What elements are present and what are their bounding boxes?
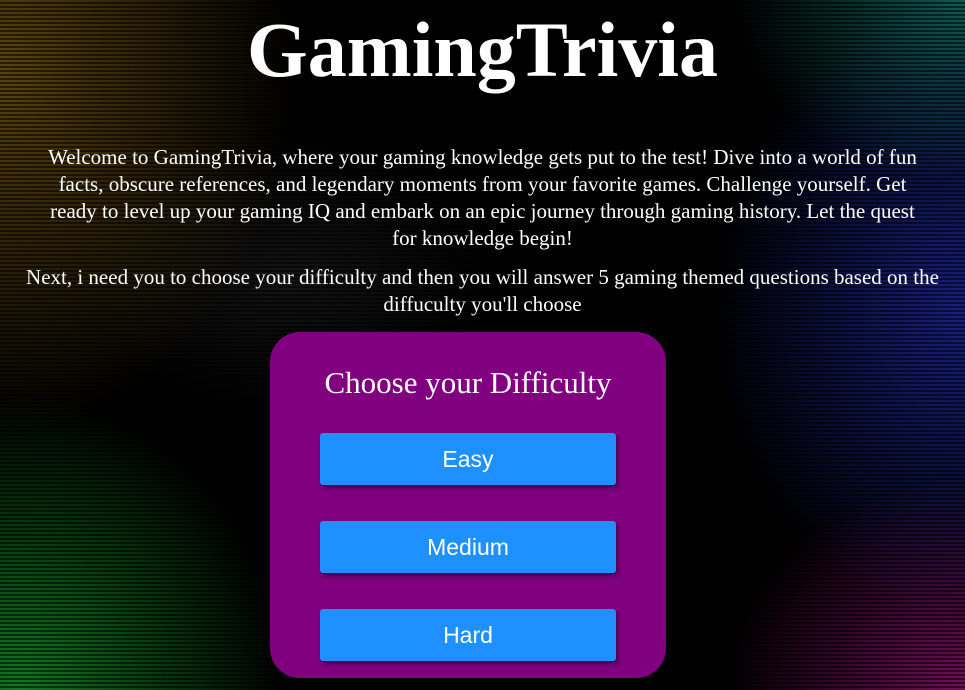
medium-button[interactable]: Medium	[320, 521, 616, 573]
intro-paragraph: Welcome to GamingTrivia, where your gami…	[48, 145, 917, 250]
difficulty-heading: Choose your Difficulty	[324, 365, 612, 400]
easy-button[interactable]: Easy	[320, 433, 616, 485]
hard-button[interactable]: Hard	[320, 609, 616, 661]
page-content: GamingTrivia Welcome to GamingTrivia, wh…	[0, 0, 965, 318]
difficulty-card: Choose your Difficulty Easy Medium Hard	[270, 332, 666, 678]
instructions-paragraph: Next, i need you to choose your difficul…	[26, 265, 939, 316]
site-title: GamingTrivia	[247, 6, 718, 93]
